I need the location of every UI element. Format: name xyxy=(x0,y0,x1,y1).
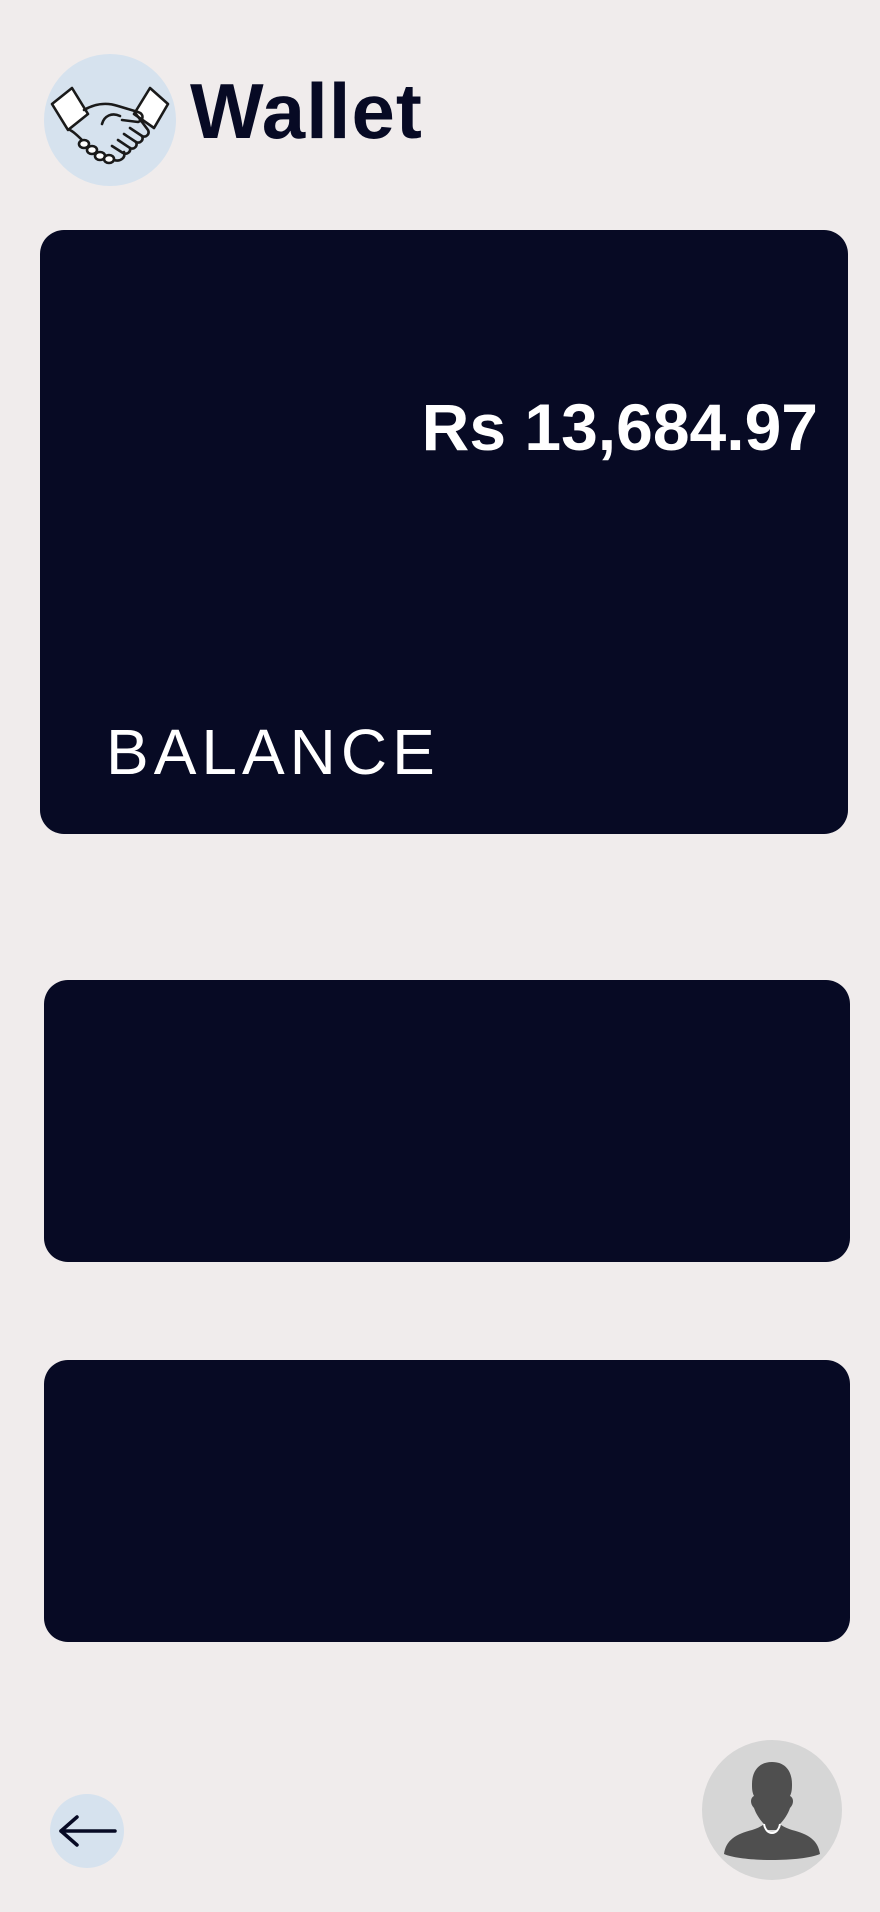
page-title: Wallet xyxy=(190,67,423,155)
app-logo xyxy=(44,54,176,186)
balance-card[interactable]: Rs 13,684.97 BALANCE xyxy=(40,230,848,834)
wallet-card-tertiary[interactable] xyxy=(44,1360,850,1642)
wallet-card-secondary[interactable] xyxy=(44,980,850,1262)
back-button[interactable] xyxy=(50,1794,124,1868)
handshake-icon xyxy=(50,86,170,165)
user-avatar-icon xyxy=(724,1762,820,1860)
arrow-left-icon xyxy=(59,1815,117,1847)
balance-label: BALANCE xyxy=(106,716,440,788)
balance-amount: Rs 13,684.97 xyxy=(421,390,818,464)
profile-button[interactable] xyxy=(702,1740,842,1880)
